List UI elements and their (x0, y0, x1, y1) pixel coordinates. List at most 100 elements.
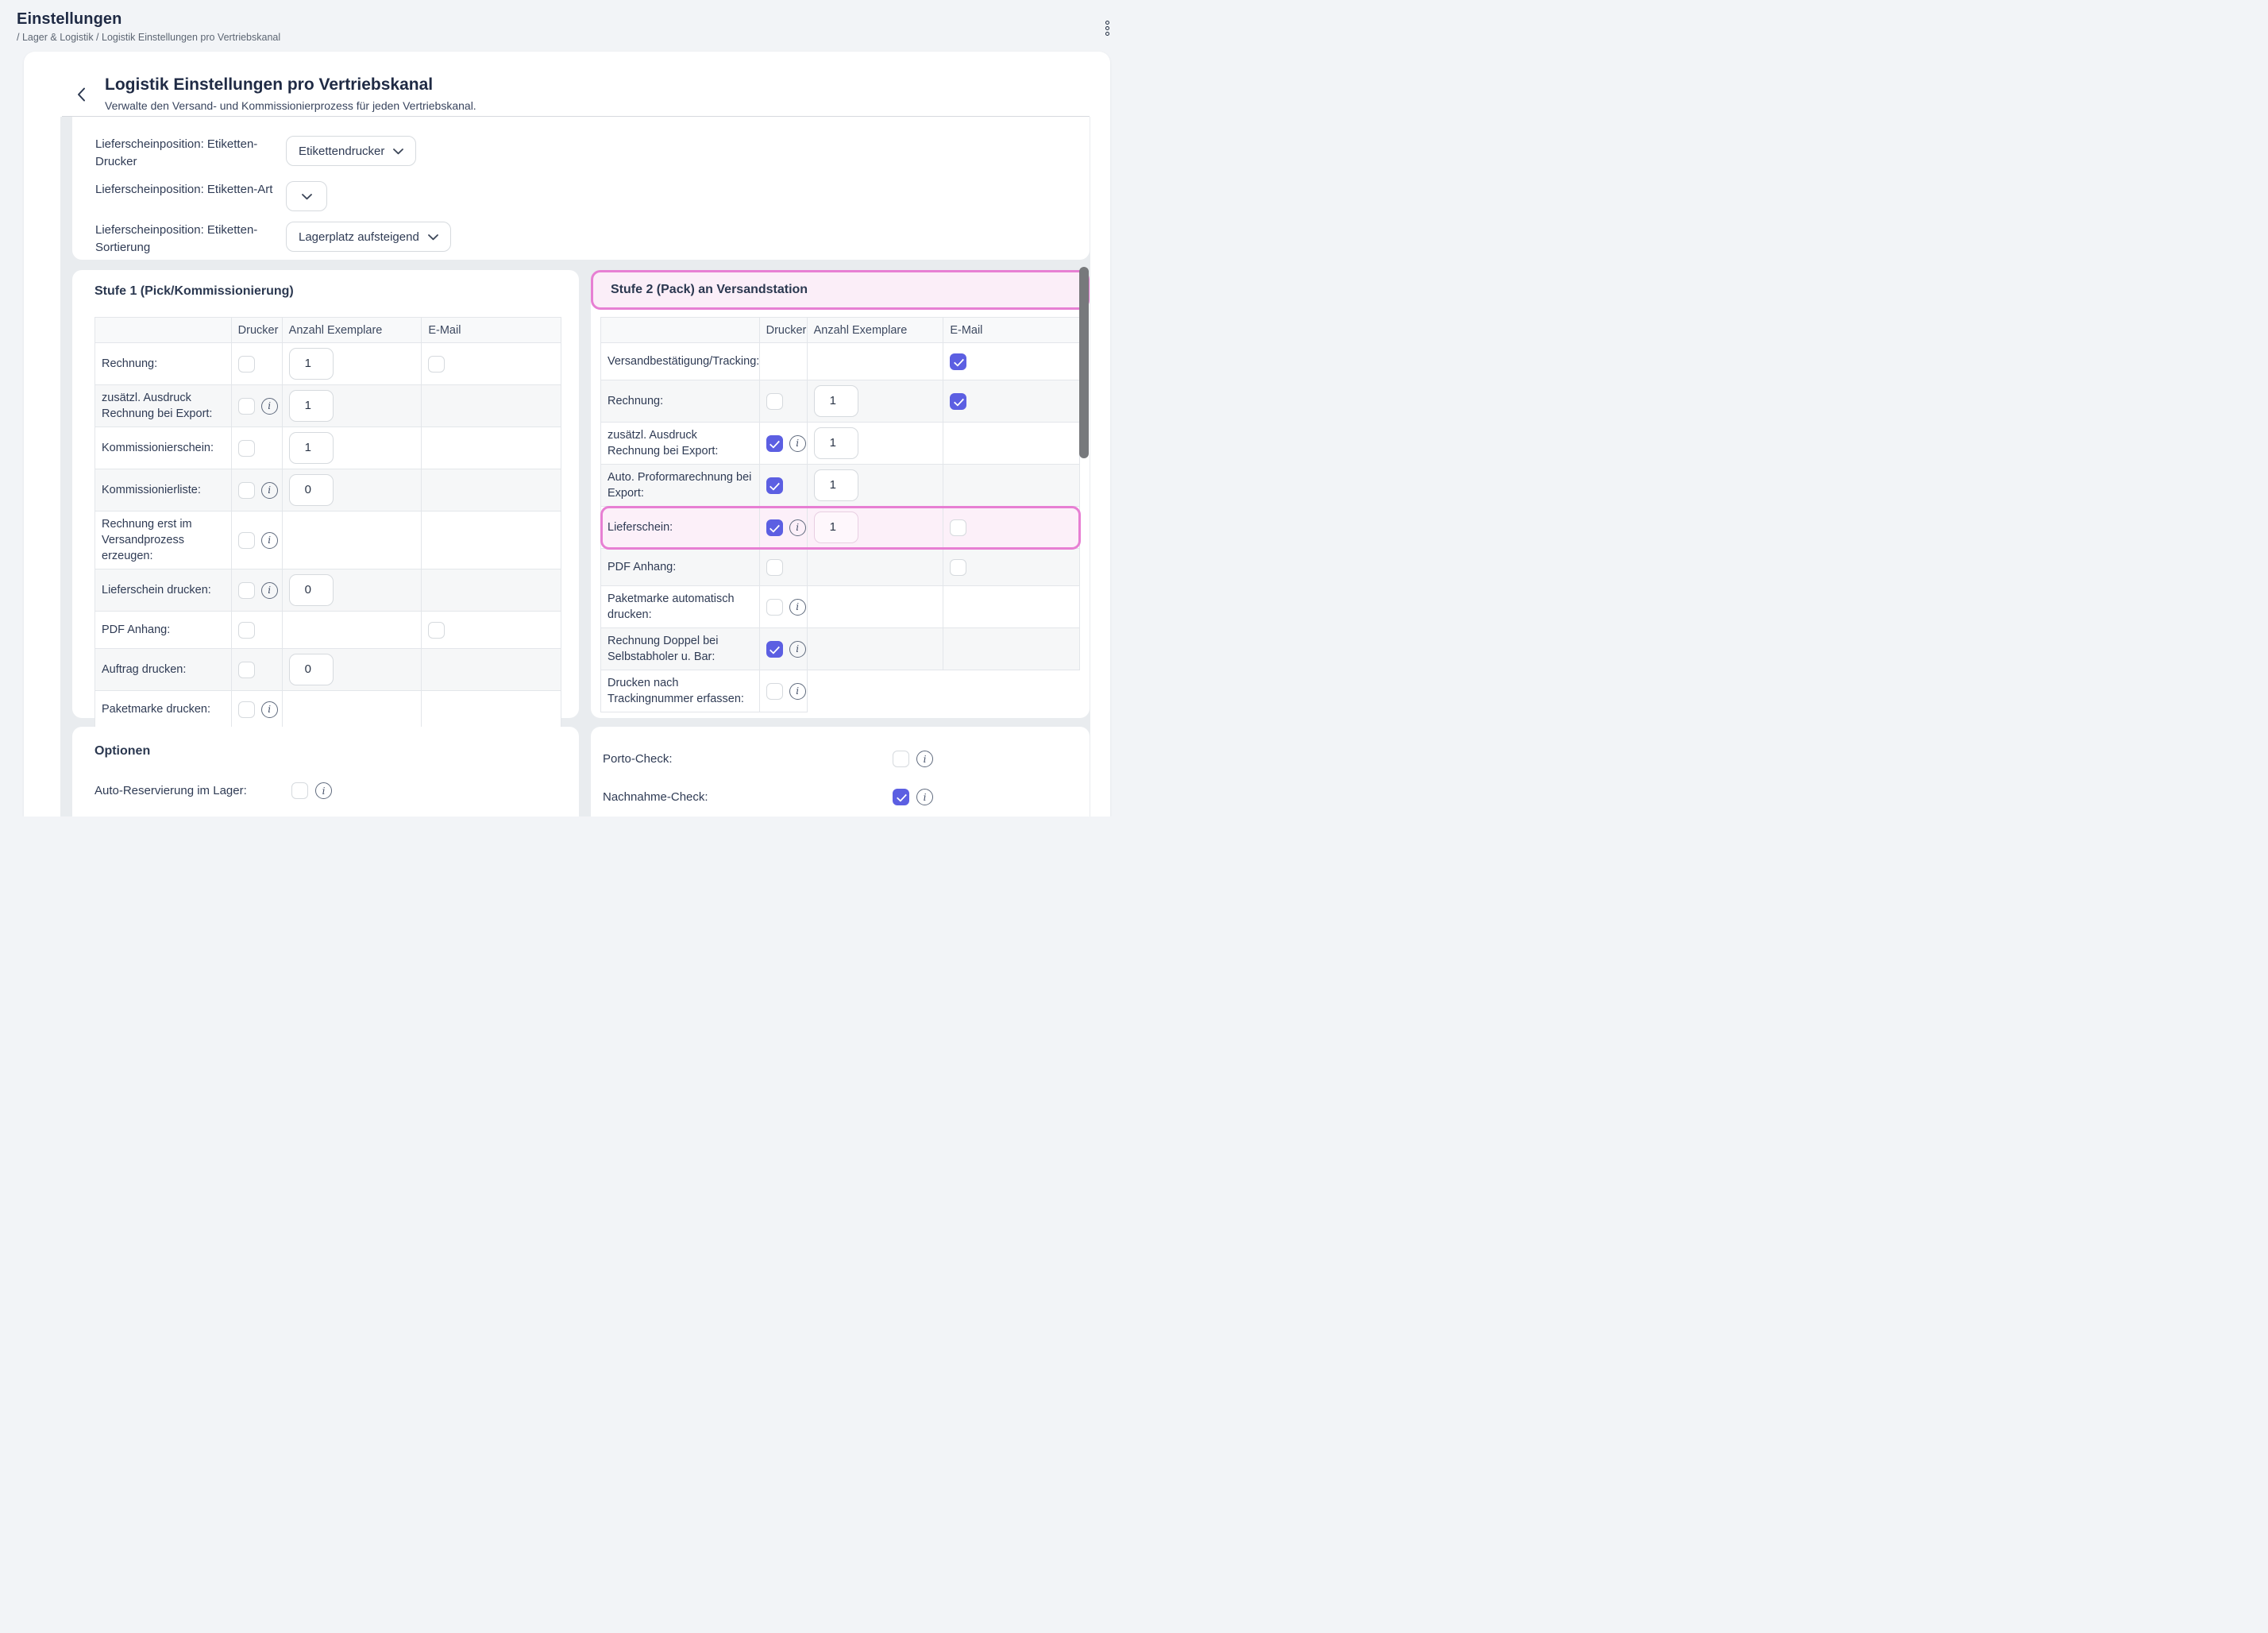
checkbox-checked[interactable] (766, 641, 783, 658)
email-cell (943, 507, 1080, 549)
row-label: Lieferschein drucken: (95, 569, 232, 612)
table-row: Rechnung:1 (601, 380, 1080, 423)
drucker-cell (232, 649, 283, 691)
checkbox-unchecked[interactable] (238, 582, 255, 599)
back-button[interactable] (71, 87, 91, 106)
table-row: Lieferschein:i1 (601, 507, 1080, 549)
anzahl-cell: 1 (283, 343, 422, 385)
info-icon[interactable]: i (789, 599, 806, 616)
copies-input[interactable]: 1 (289, 390, 334, 422)
checkbox-unchecked[interactable] (238, 662, 255, 678)
table-row: Lieferschein drucken: i0 (95, 569, 561, 612)
row-label: Auto. Proformarechnung bei Export: (601, 465, 760, 507)
copies-input[interactable]: 0 (289, 654, 334, 685)
chevron-left-icon (77, 87, 86, 106)
copies-input[interactable]: 0 (289, 474, 334, 506)
anzahl-cell (808, 670, 944, 712)
drucker-cell (760, 380, 808, 423)
checkbox-unchecked[interactable] (291, 782, 308, 799)
row-label: Paketmarke drucken: (95, 691, 232, 728)
select-dropdown[interactable] (286, 181, 327, 211)
table-row: Versandbestätigung/Tracking: (601, 343, 1080, 380)
info-icon[interactable]: i (261, 701, 278, 718)
checkbox-checked[interactable] (766, 477, 783, 494)
info-icon[interactable]: i (789, 519, 806, 536)
checkbox-unchecked[interactable] (238, 622, 255, 639)
drucker-cell: i (760, 670, 808, 712)
select-value: Lagerplatz aufsteigend (299, 230, 419, 244)
row-label: PDF Anhang: (95, 612, 232, 649)
email-cell (422, 569, 561, 612)
checkbox-unchecked[interactable] (238, 482, 255, 499)
copies-input[interactable]: 1 (814, 512, 858, 543)
checkbox-checked[interactable] (766, 519, 783, 536)
checkbox-unchecked[interactable] (238, 532, 255, 549)
copies-input[interactable]: 1 (814, 469, 858, 501)
option-row: Auto-Reservierung im Lager:i (94, 782, 332, 799)
table-row: Auto. Proformarechnung bei Export: 1 (601, 465, 1080, 507)
checkbox-unchecked[interactable] (766, 683, 783, 700)
stage2-title: Stufe 2 (Pack) an Versandstation (611, 283, 808, 297)
options-card: Optionen Auto-Reservierung im Lager:i (72, 727, 579, 816)
drucker-cell: i (232, 469, 283, 512)
checkbox-unchecked[interactable] (238, 440, 255, 457)
checkbox-unchecked[interactable] (950, 519, 966, 536)
info-icon[interactable]: i (789, 435, 806, 452)
stage1-card: Stufe 1 (Pick/Kommissionierung) DruckerA… (72, 270, 579, 718)
checkbox-checked[interactable] (950, 393, 966, 410)
table-row: PDF Anhang: (95, 612, 561, 649)
info-icon[interactable]: i (261, 532, 278, 549)
info-icon[interactable]: i (916, 789, 933, 805)
options-title: Optionen (94, 744, 150, 759)
info-icon[interactable]: i (315, 782, 332, 799)
checkbox-unchecked[interactable] (766, 559, 783, 576)
copies-input[interactable]: 1 (289, 432, 334, 464)
stage2-highlight-box: Stufe 2 (Pack) an Versandstation (591, 270, 1090, 310)
copies-input[interactable]: 1 (814, 427, 858, 459)
drucker-cell (232, 343, 283, 385)
option-row: Nachnahme-Check:i (603, 789, 933, 805)
info-icon[interactable]: i (261, 398, 278, 415)
checkbox-unchecked[interactable] (428, 622, 445, 639)
checkbox-checked[interactable] (766, 435, 783, 452)
table-row: Auftrag drucken:0 (95, 649, 561, 691)
form-label: Lieferscheinposition: Etiketten-Sortieru… (95, 222, 286, 257)
copies-input[interactable]: 1 (814, 385, 858, 417)
anzahl-cell (808, 343, 944, 380)
checkbox-unchecked[interactable] (950, 559, 966, 576)
main-panel: Logistik Einstellungen pro Vertriebskana… (24, 52, 1110, 816)
anzahl-cell (283, 691, 422, 728)
stage1-title: Stufe 1 (Pick/Kommissionierung) (94, 284, 294, 299)
select-dropdown[interactable]: Etikettendrucker (286, 136, 416, 166)
kebab-menu-icon[interactable] (1100, 18, 1114, 37)
info-icon[interactable]: i (789, 683, 806, 700)
checkbox-unchecked[interactable] (238, 356, 255, 373)
checkbox-unchecked[interactable] (893, 751, 909, 767)
checkbox-unchecked[interactable] (766, 599, 783, 616)
anzahl-cell (808, 549, 944, 586)
copies-input[interactable]: 0 (289, 574, 334, 606)
scrollbar-thumb[interactable] (1079, 267, 1089, 458)
checkbox-unchecked[interactable] (238, 398, 255, 415)
drucker-cell: i (232, 691, 283, 728)
checkbox-unchecked[interactable] (238, 701, 255, 718)
form-row: Lieferscheinposition: Etiketten-Art (95, 181, 1090, 211)
table-row: Paketmarke automatisch drucken:i (601, 586, 1080, 628)
table-row: Rechnung Doppel bei Selbstabholer u. Bar… (601, 628, 1080, 670)
drucker-cell (232, 612, 283, 649)
checkbox-checked[interactable] (950, 353, 966, 370)
checkbox-unchecked[interactable] (766, 393, 783, 410)
info-icon[interactable]: i (261, 582, 278, 599)
form-label: Lieferscheinposition: Etiketten-Drucker (95, 136, 286, 171)
info-icon[interactable]: i (916, 751, 933, 767)
info-icon[interactable]: i (789, 641, 806, 658)
label-settings-card: Lieferscheinposition: Etiketten-DruckerE… (72, 117, 1090, 260)
checkbox-unchecked[interactable] (428, 356, 445, 373)
email-cell (422, 469, 561, 512)
info-icon[interactable]: i (261, 482, 278, 499)
copies-input[interactable]: 1 (289, 348, 334, 380)
select-dropdown[interactable]: Lagerplatz aufsteigend (286, 222, 451, 252)
table-header-row: DruckerAnzahl ExemplareE-Mail (95, 318, 561, 343)
checkbox-checked[interactable] (893, 789, 909, 805)
top-bar: Einstellungen / Lager & Logistik / Logis… (0, 0, 1134, 52)
